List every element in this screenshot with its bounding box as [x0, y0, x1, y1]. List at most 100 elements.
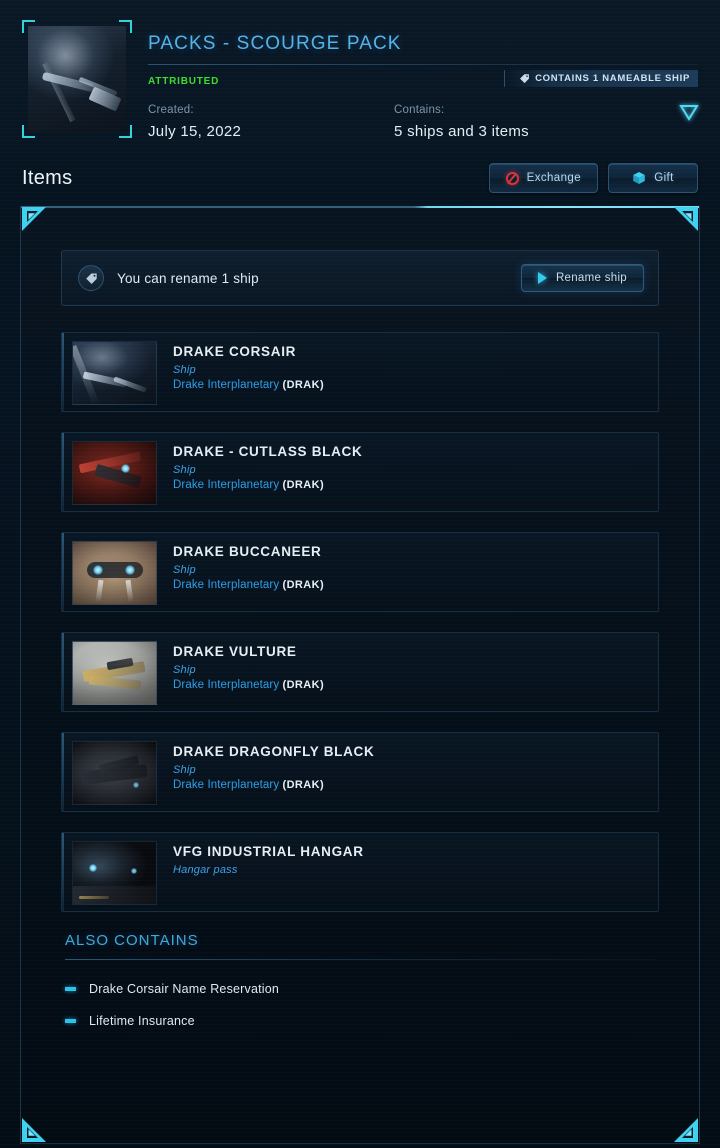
- panel-corner-br-icon: [674, 1118, 698, 1142]
- item-name: DRAKE CORSAIR: [173, 344, 297, 359]
- item-manufacturer: Drake Interplanetary (DRAK): [173, 579, 324, 591]
- item-type: Ship: [173, 564, 196, 576]
- status-badge: ATTRIBUTED: [148, 75, 220, 87]
- page-title: PACKS - SCOURGE PACK: [148, 33, 402, 54]
- item-row[interactable]: DRAKE DRAGONFLY BLACK Ship Drake Interplan…: [61, 732, 659, 812]
- exchange-button-label: Exchange: [526, 172, 581, 184]
- item-row[interactable]: DRAKE VULTURE Ship Drake Interplanetary (D…: [61, 632, 659, 712]
- nameable-ship-badge-label: CONTAINS 1 NAMEABLE SHIP: [535, 73, 690, 84]
- thumb-corner-tl: [22, 20, 35, 33]
- items-toolbar: Items Exchange Gift: [0, 150, 720, 206]
- item-details: VFG INDUSTRIAL HANGAR Hangar pass: [173, 841, 364, 876]
- rename-notice: You can rename 1 ship Rename ship: [61, 250, 659, 306]
- item-row[interactable]: VFG INDUSTRIAL HANGAR Hangar pass: [61, 832, 659, 912]
- items-list: DRAKE CORSAIR Ship Drake Interplanetary (D…: [61, 332, 659, 912]
- thumb-corner-tr: [119, 20, 132, 33]
- item-manufacturer-name: Drake Interplanetary: [173, 579, 280, 591]
- nameable-ship-badge: CONTAINS 1 NAMEABLE SHIP: [504, 70, 698, 87]
- item-details: DRAKE CORSAIR Ship Drake Interplanetary (D…: [173, 341, 324, 391]
- thumb-corner-br: [119, 125, 132, 138]
- pack-meta: Created: July 15, 2022 Contains: 5 ships…: [148, 104, 698, 140]
- bullet-dash-icon: [65, 1019, 76, 1023]
- item-details: DRAKE DRAGONFLY BLACK Ship Drake Interplan…: [173, 741, 374, 791]
- also-contains-list: Drake Corsair Name Reservation Lifetime I…: [65, 982, 655, 1028]
- item-row[interactable]: DRAKE - CUTLASS BLACK Ship Drake Interplan…: [61, 432, 659, 512]
- item-manufacturer: Drake Interplanetary (DRAK): [173, 679, 324, 691]
- contains-value: 5 ships and 3 items: [394, 123, 529, 140]
- bullet-dash-icon: [65, 987, 76, 991]
- item-thumbnail: [72, 541, 157, 605]
- item-name: DRAKE VULTURE: [173, 644, 297, 659]
- item-manufacturer-name: Drake Interplanetary: [173, 679, 280, 691]
- item-type: Ship: [173, 364, 196, 376]
- item-thumbnail: [72, 441, 157, 505]
- toolbar-actions: Exchange Gift: [488, 163, 698, 193]
- item-manufacturer-code: (DRAK): [282, 379, 325, 391]
- pack-detail-page: PACKS - SCOURGE PACK ATTRIBUTED CONTAINS…: [0, 0, 720, 1148]
- gift-icon: [633, 172, 646, 184]
- item-manufacturer-name: Drake Interplanetary: [173, 479, 280, 491]
- pack-thumbnail-image: [28, 26, 126, 132]
- also-contains-item: Lifetime Insurance: [65, 1014, 655, 1028]
- gift-button-label: Gift: [654, 172, 674, 184]
- item-type: Ship: [173, 764, 196, 776]
- panel-corner-tl-icon: [22, 207, 46, 231]
- also-contains-item-label: Lifetime Insurance: [89, 1014, 195, 1028]
- item-name: VFG INDUSTRIAL HANGAR: [173, 844, 364, 859]
- item-manufacturer-code: (DRAK): [282, 679, 325, 691]
- item-type: Ship: [173, 664, 196, 676]
- item-thumbnail: [72, 641, 157, 705]
- item-row[interactable]: DRAKE CORSAIR Ship Drake Interplanetary (D…: [61, 332, 659, 412]
- pack-header-main: PACKS - SCOURGE PACK ATTRIBUTED CONTAINS…: [148, 20, 698, 150]
- pack-header: PACKS - SCOURGE PACK ATTRIBUTED CONTAINS…: [0, 0, 720, 150]
- pack-thumbnail[interactable]: [22, 20, 132, 138]
- also-contains-item: Drake Corsair Name Reservation: [65, 982, 655, 996]
- also-contains-divider: [65, 959, 655, 960]
- rename-notice-text: You can rename 1 ship: [117, 270, 259, 286]
- item-name: DRAKE DRAGONFLY BLACK: [173, 744, 375, 759]
- panel-content: You can rename 1 ship Rename ship DRAKE …: [21, 206, 699, 1028]
- also-contains-section: ALSO CONTAINS Drake Corsair Name Reserva…: [61, 932, 659, 1028]
- item-manufacturer-name: Drake Interplanetary: [173, 779, 280, 791]
- title-divider: [148, 64, 698, 65]
- panel-corner-bl-icon: [22, 1118, 46, 1142]
- status-row: ATTRIBUTED CONTAINS 1 NAMEABLE SHIP: [148, 70, 698, 90]
- item-name: DRAKE BUCCANEER: [173, 544, 322, 559]
- tag-icon: [520, 74, 529, 84]
- item-thumbnail: [72, 841, 157, 905]
- thumb-corner-bl: [22, 125, 35, 138]
- item-thumbnail: [72, 741, 157, 805]
- item-type: Hangar pass: [173, 864, 238, 876]
- item-details: DRAKE VULTURE Ship Drake Interplanetary (D…: [173, 641, 324, 691]
- meta-created: Created: July 15, 2022: [148, 104, 394, 140]
- item-manufacturer: Drake Interplanetary (DRAK): [173, 379, 324, 391]
- tag-icon: [85, 273, 97, 284]
- exchange-icon: [505, 171, 519, 185]
- items-heading: Items: [22, 166, 73, 189]
- play-icon: [537, 272, 547, 284]
- exchange-button[interactable]: Exchange: [488, 163, 598, 193]
- rename-ship-button[interactable]: Rename ship: [520, 264, 644, 292]
- item-manufacturer: Drake Interplanetary (DRAK): [173, 779, 374, 791]
- chevron-down-triangle-icon[interactable]: [674, 98, 704, 126]
- item-details: DRAKE - CUTLASS BLACK Ship Drake Interplan…: [173, 441, 362, 491]
- item-manufacturer: Drake Interplanetary (DRAK): [173, 479, 362, 491]
- created-label: Created:: [148, 104, 194, 116]
- created-value: July 15, 2022: [148, 123, 242, 140]
- item-manufacturer-code: (DRAK): [282, 779, 325, 791]
- item-manufacturer-code: (DRAK): [282, 579, 325, 591]
- item-name: DRAKE - CUTLASS BLACK: [173, 444, 363, 459]
- meta-contains: Contains: 5 ships and 3 items: [394, 104, 640, 140]
- notice-tag-badge: [78, 265, 104, 291]
- also-contains-item-label: Drake Corsair Name Reservation: [89, 982, 280, 996]
- also-contains-title: ALSO CONTAINS: [65, 932, 199, 949]
- item-manufacturer-name: Drake Interplanetary: [173, 379, 280, 391]
- item-row[interactable]: DRAKE BUCCANEER Ship Drake Interplanetary …: [61, 532, 659, 612]
- item-manufacturer-code: (DRAK): [282, 479, 325, 491]
- items-panel: You can rename 1 ship Rename ship DRAKE …: [20, 206, 700, 1144]
- contains-label: Contains:: [394, 104, 445, 116]
- rename-ship-button-label: Rename ship: [555, 272, 627, 284]
- item-details: DRAKE BUCCANEER Ship Drake Interplanetary …: [173, 541, 324, 591]
- gift-button[interactable]: Gift: [608, 163, 698, 193]
- panel-corner-tr-icon: [674, 207, 698, 231]
